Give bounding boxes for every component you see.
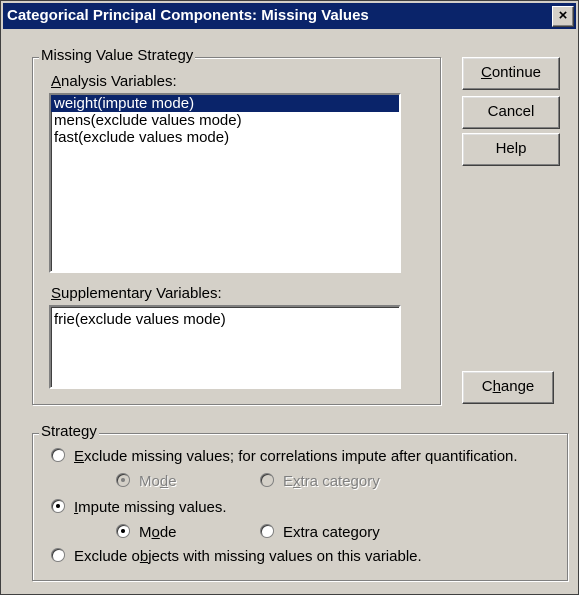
supplementary-variable-item[interactable]: frie(exclude values mode) (51, 307, 399, 328)
radio-button-icon (51, 448, 65, 462)
analysis-variable-item[interactable]: weight(impute mode) (51, 95, 399, 112)
radio-button-icon (51, 548, 65, 562)
analysis-variable-item[interactable]: fast(exclude values mode) (51, 129, 399, 146)
missing-value-strategy-legend: Missing Value Strategy (39, 47, 196, 64)
exclude-extra-category-radio: Extra category (260, 473, 380, 490)
change-button[interactable]: Change (462, 371, 554, 404)
radio-button-icon (51, 499, 65, 513)
radio-button-icon (260, 473, 274, 487)
supplementary-variables-list[interactable]: frie(exclude values mode) (49, 305, 401, 389)
close-button[interactable]: × (552, 6, 574, 27)
analysis-variables-label: Analysis Variables: (51, 73, 177, 90)
title-bar[interactable]: Categorical Principal Components: Missin… (3, 3, 576, 29)
impute-missing-values-radio[interactable]: Impute missing values. (51, 499, 227, 516)
missing-values-dialog: Categorical Principal Components: Missin… (0, 0, 579, 595)
radio-button-icon (116, 524, 130, 538)
supplementary-variables-label: Supplementary Variables: (51, 285, 222, 302)
cancel-button[interactable]: Cancel (462, 96, 560, 129)
exclude-mode-radio: Mode (116, 473, 177, 490)
exclude-missing-values-radio[interactable]: Exclude missing values; for correlations… (51, 448, 518, 465)
strategy-legend: Strategy (39, 423, 99, 440)
dialog-title: Categorical Principal Components: Missin… (7, 7, 369, 24)
radio-button-icon (116, 473, 130, 487)
help-button[interactable]: Help (462, 133, 560, 166)
analysis-variable-item[interactable]: mens(exclude values mode) (51, 112, 399, 129)
analysis-variables-list[interactable]: weight(impute mode) mens(exclude values … (49, 93, 401, 273)
impute-mode-radio[interactable]: Mode (116, 524, 177, 541)
continue-button[interactable]: Continue (462, 57, 560, 90)
impute-extra-category-radio[interactable]: Extra category (260, 524, 380, 541)
exclude-objects-radio[interactable]: Exclude objects with missing values on t… (51, 548, 422, 565)
radio-button-icon (260, 524, 274, 538)
